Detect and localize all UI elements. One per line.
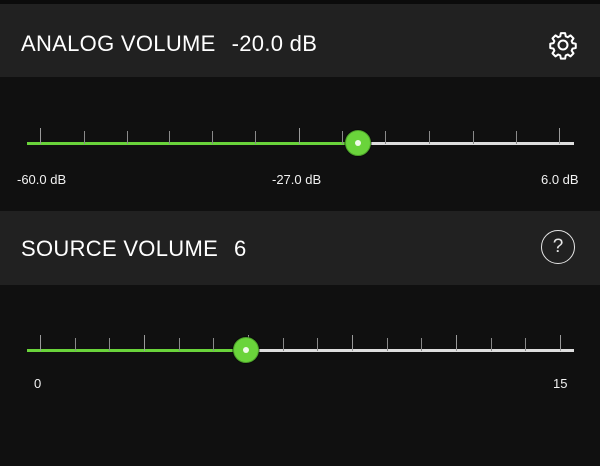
slider-tick xyxy=(255,131,256,144)
slider-tick xyxy=(213,338,214,351)
source-min-label: 0 xyxy=(34,376,42,391)
help-button[interactable]: ? xyxy=(541,230,575,264)
thumb-dot xyxy=(355,140,361,146)
slider-tick xyxy=(342,131,343,144)
analog-mid-label: -27.0 dB xyxy=(272,172,322,187)
slider-tick xyxy=(109,338,110,351)
slider-tick xyxy=(169,131,170,144)
slider-tick xyxy=(525,338,526,351)
slider-tick xyxy=(212,131,213,144)
source-volume-panel: 0 15 xyxy=(0,285,600,466)
analog-volume-title: ANALOG VOLUME -20.0 dB xyxy=(21,31,317,57)
slider-thumb[interactable] xyxy=(233,337,259,363)
slider-tick xyxy=(144,335,145,351)
slider-tick xyxy=(40,128,41,144)
slider-tick xyxy=(352,335,353,351)
slider-tick xyxy=(387,338,388,351)
slider-tick xyxy=(560,335,561,351)
slider-tick xyxy=(84,131,85,144)
thumb-dot xyxy=(243,347,249,353)
slider-thumb[interactable] xyxy=(345,130,371,156)
slider-tick xyxy=(179,338,180,351)
slider-fill xyxy=(27,142,358,145)
analog-volume-value: -20.0 dB xyxy=(231,31,318,56)
source-volume-value: 6 xyxy=(234,236,247,261)
slider-tick xyxy=(559,128,560,144)
source-volume-slider[interactable] xyxy=(27,335,574,366)
slider-tick xyxy=(299,128,300,144)
analog-min-label: -60.0 dB xyxy=(17,172,67,187)
source-volume-title: SOURCE VOLUME 6 xyxy=(21,236,247,262)
analog-max-label: 6.0 dB xyxy=(541,172,579,187)
slider-tick xyxy=(385,131,386,144)
slider-tick xyxy=(421,338,422,351)
analog-volume-label: ANALOG VOLUME xyxy=(21,31,216,56)
slider-tick xyxy=(75,338,76,351)
source-max-label: 15 xyxy=(553,376,568,391)
slider-tick xyxy=(456,335,457,351)
slider-tick xyxy=(516,131,517,144)
source-volume-header: SOURCE VOLUME 6 xyxy=(0,211,600,285)
slider-tick xyxy=(127,131,128,144)
source-volume-label: SOURCE VOLUME xyxy=(21,236,219,261)
slider-tick xyxy=(40,335,41,351)
slider-tick xyxy=(317,338,318,351)
analog-volume-panel: -60.0 dB -27.0 dB 6.0 dB xyxy=(0,77,600,211)
slider-tick xyxy=(283,338,284,351)
slider-tick xyxy=(473,131,474,144)
gear-icon[interactable] xyxy=(548,30,578,60)
slider-tick xyxy=(491,338,492,351)
analog-volume-slider[interactable] xyxy=(27,128,574,159)
slider-tick xyxy=(429,131,430,144)
analog-volume-header: ANALOG VOLUME -20.0 dB xyxy=(0,4,600,77)
